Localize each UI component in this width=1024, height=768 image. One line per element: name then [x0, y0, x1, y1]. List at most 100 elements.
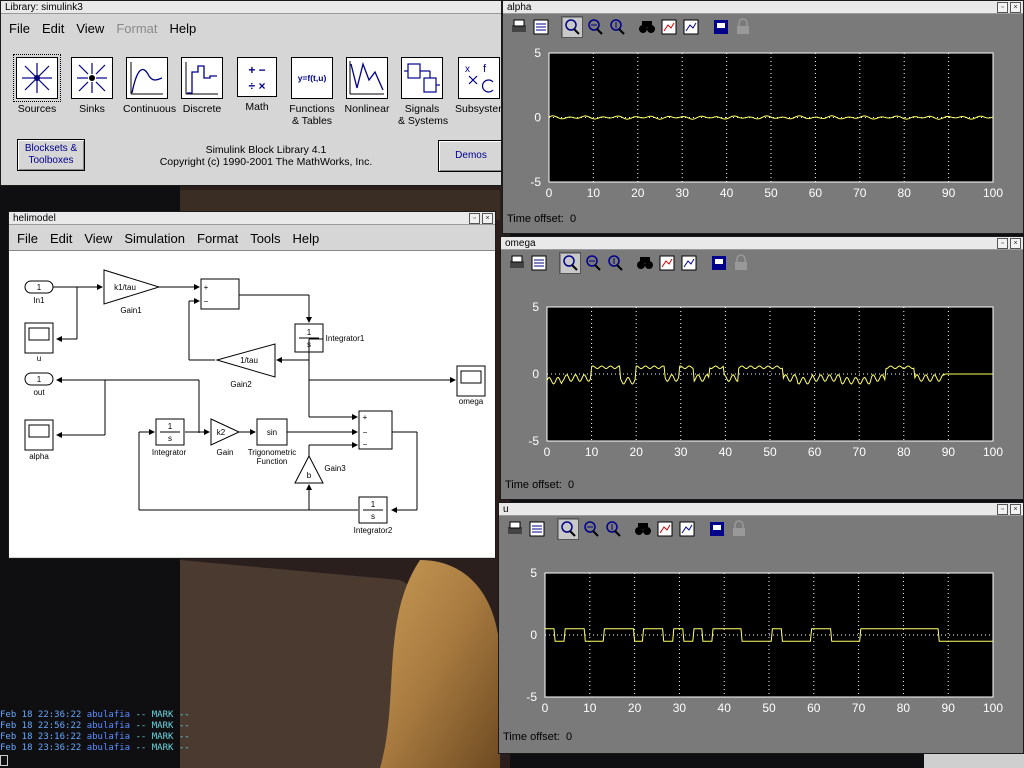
- parameters-icon: [529, 521, 545, 537]
- integrator1-label: Integrator1: [326, 334, 365, 343]
- block-sinks[interactable]: Sinks: [68, 57, 116, 115]
- zoom-button[interactable]: [557, 518, 579, 540]
- gain3-block[interactable]: b: [307, 471, 312, 480]
- zoom-y-button[interactable]: [605, 253, 625, 273]
- print-button[interactable]: [507, 253, 527, 273]
- parameters-button[interactable]: [531, 17, 551, 37]
- x-tick-label: 30: [673, 701, 687, 715]
- block-signals[interactable]: Signals & Systems: [398, 57, 448, 127]
- y-tick-label: -5: [526, 690, 537, 704]
- floating-scope-button[interactable]: [707, 519, 727, 539]
- zoom-button[interactable]: [559, 252, 581, 274]
- scope-titlebar[interactable]: alpha ▫ ×: [503, 1, 1023, 14]
- print-button[interactable]: [505, 519, 525, 539]
- library-titlebar[interactable]: Library: simulink3: [1, 1, 501, 14]
- block-label: Sources: [17, 103, 57, 115]
- zoom-x-button[interactable]: [583, 253, 603, 273]
- gain-block[interactable]: k2: [217, 428, 226, 437]
- maximize-icon[interactable]: ▫: [997, 2, 1008, 13]
- maximize-icon[interactable]: ▫: [997, 238, 1008, 249]
- block-discrete[interactable]: Discrete: [178, 57, 226, 115]
- zoom-y-button[interactable]: [603, 519, 623, 539]
- trig-block[interactable]: sin: [267, 428, 277, 437]
- lock-axes-button[interactable]: [733, 17, 753, 37]
- x-tick-label: 0: [546, 186, 553, 200]
- menu-view[interactable]: View: [84, 231, 112, 246]
- close-icon[interactable]: ×: [1010, 504, 1021, 515]
- floating-scope-icon: [714, 20, 728, 34]
- restore-axes-button[interactable]: [681, 17, 701, 37]
- zoom-x-button[interactable]: [585, 17, 605, 37]
- restore-axes-button[interactable]: [679, 253, 699, 273]
- block-label: Math: [245, 101, 269, 113]
- close-icon[interactable]: ×: [1010, 2, 1021, 13]
- zoom-x-button[interactable]: [581, 519, 601, 539]
- block-subsystems[interactable]: xf Subsystems: [455, 57, 501, 115]
- block-continuous[interactable]: Continuous: [123, 57, 177, 115]
- block-label: Sinks: [79, 103, 105, 115]
- block-sources[interactable]: Sources: [13, 54, 61, 115]
- terminal-cursor[interactable]: [0, 755, 8, 766]
- autoscale-button[interactable]: [637, 17, 657, 37]
- gain1-block[interactable]: k1/tau: [114, 283, 136, 292]
- maximize-icon[interactable]: ▫: [997, 504, 1008, 515]
- scope-plot[interactable]: 0 10 20 30 40 50 60 70 80 90 10050-5: [499, 565, 1024, 725]
- restore-axes-button[interactable]: [677, 519, 697, 539]
- floating-scope-button[interactable]: [711, 17, 731, 37]
- x-tick-label: 30: [674, 445, 688, 459]
- model-canvas[interactable]: 1 In1 k1/tau Gain1 + − 1 s Integrator1 1…: [9, 250, 495, 557]
- blocksets-toolboxes-button[interactable]: Blocksets & Toolboxes: [17, 139, 85, 171]
- print-button[interactable]: [509, 17, 529, 37]
- lock-axes-button[interactable]: [731, 253, 751, 273]
- parameters-button[interactable]: [527, 519, 547, 539]
- menu-format[interactable]: Format: [197, 231, 238, 246]
- x-tick-label: 80: [897, 701, 911, 715]
- functions-icon: y=f(t,u): [291, 57, 333, 99]
- scope-titlebar[interactable]: u ▫ ×: [499, 503, 1023, 516]
- floating-scope-button[interactable]: [709, 253, 729, 273]
- math-icon: + − ÷ ×: [237, 57, 277, 97]
- menu-simulation[interactable]: Simulation: [124, 231, 185, 246]
- close-icon[interactable]: ×: [1010, 238, 1021, 249]
- scope-plot[interactable]: 0 10 20 30 40 50 60 70 80 90 10050-5: [503, 45, 1024, 210]
- demos-button[interactable]: Demos: [438, 140, 501, 172]
- scope-plot[interactable]: 0 10 20 30 40 50 60 70 80 90 10050-5: [501, 299, 1024, 469]
- lock-axes-button[interactable]: [729, 519, 749, 539]
- autoscale-button[interactable]: [635, 253, 655, 273]
- library-version: Simulink Block Library 4.1: [205, 144, 327, 156]
- block-label: Continuous: [123, 103, 177, 115]
- menu-format: Format: [116, 20, 158, 36]
- scope-titlebar[interactable]: omega ▫ ×: [501, 237, 1023, 250]
- gain2-block[interactable]: 1/tau: [240, 356, 258, 365]
- menu-file[interactable]: File: [9, 21, 30, 36]
- x-tick-label: 70: [852, 701, 866, 715]
- parameters-button[interactable]: [529, 253, 549, 273]
- integrator2-label: Integrator2: [354, 526, 393, 535]
- y-tick-label: 5: [530, 566, 537, 580]
- block-math[interactable]: + − ÷ × Math: [233, 57, 281, 113]
- menu-view[interactable]: View: [76, 21, 104, 36]
- close-icon[interactable]: ×: [482, 213, 493, 224]
- save-axes-button[interactable]: [655, 519, 675, 539]
- save-axes-button[interactable]: [659, 17, 679, 37]
- menu-help[interactable]: Help: [169, 21, 196, 36]
- menu-help[interactable]: Help: [293, 231, 320, 246]
- menu-tools[interactable]: Tools: [250, 231, 280, 246]
- zoom-y-icon: [606, 521, 621, 537]
- block-functions[interactable]: y=f(t,u) Functions & Tables: [288, 57, 336, 127]
- zoom-y-button[interactable]: [607, 17, 627, 37]
- menu-edit[interactable]: Edit: [50, 231, 72, 246]
- autoscale-button[interactable]: [633, 519, 653, 539]
- menu-file[interactable]: File: [17, 231, 38, 246]
- maximize-icon[interactable]: ▫: [469, 213, 480, 224]
- zoom-button[interactable]: [561, 16, 583, 38]
- block-nonlinear[interactable]: Nonlinear: [343, 57, 391, 115]
- model-titlebar[interactable]: helimodel ▫ ×: [9, 212, 495, 225]
- out-label: out: [33, 388, 45, 397]
- menu-edit[interactable]: Edit: [42, 21, 64, 36]
- gain-label: Gain: [217, 448, 234, 457]
- y-tick-label: -5: [528, 434, 539, 448]
- save-axes-button[interactable]: [657, 253, 677, 273]
- sum2-plus: +: [363, 413, 368, 422]
- zoom-y-icon: [610, 19, 625, 35]
